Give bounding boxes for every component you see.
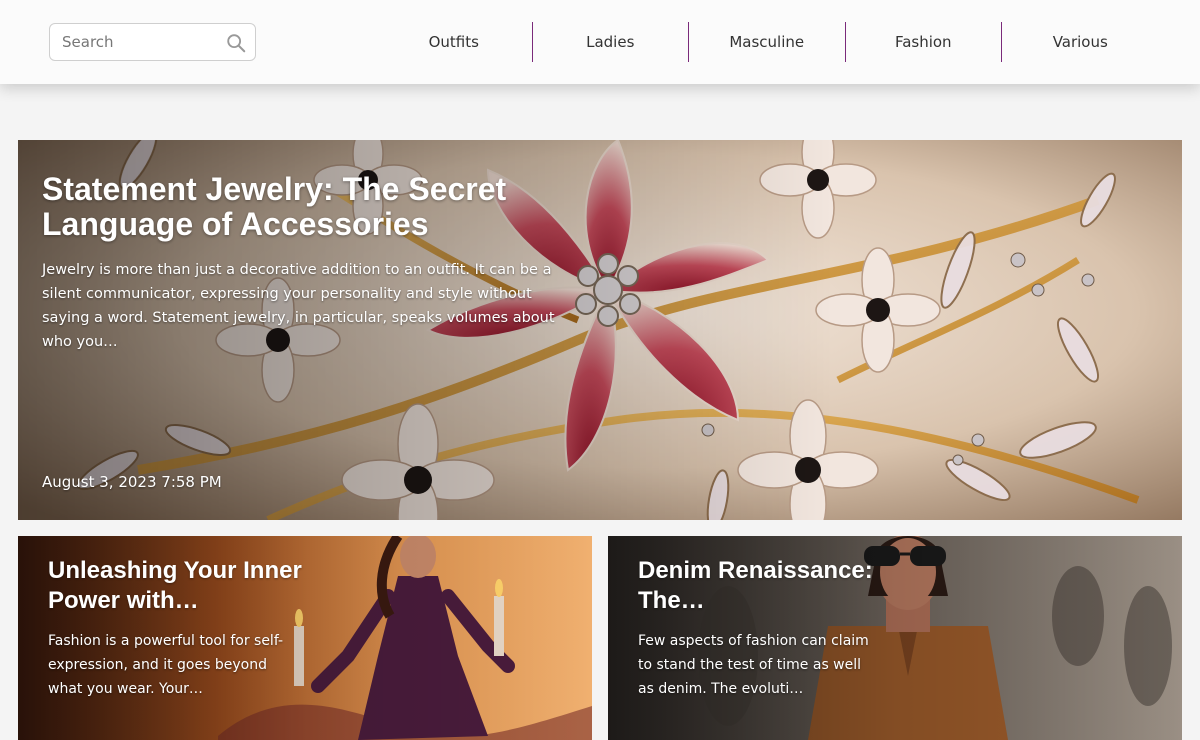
article-card-title[interactable]: Unleashing Your Inner Power with… xyxy=(48,556,308,616)
article-card-excerpt: Few aspects of fashion can claim to stan… xyxy=(638,633,869,697)
nav-item-various[interactable]: Various xyxy=(1002,22,1159,62)
featured-article-title[interactable]: Statement Jewelry: The Secret Language o… xyxy=(42,172,602,242)
site-header: Outfits Ladies Masculine Fashion Various xyxy=(0,0,1200,84)
nav-item-outfits[interactable]: Outfits xyxy=(376,22,533,62)
search-input[interactable] xyxy=(50,24,220,60)
featured-article[interactable]: Statement Jewelry: The Secret Language o… xyxy=(18,140,1182,520)
nav-item-ladies[interactable]: Ladies xyxy=(533,22,689,62)
featured-article-excerpt: Jewelry is more than just a decorative a… xyxy=(42,262,555,350)
article-card[interactable]: Unleashing Your Inner Power with… Fashio… xyxy=(18,536,592,740)
article-card-excerpt: Fashion is a powerful tool for self-expr… xyxy=(48,633,284,697)
nav-item-fashion[interactable]: Fashion xyxy=(846,22,1002,62)
main-nav: Outfits Ladies Masculine Fashion Various xyxy=(376,22,1159,62)
search-icon[interactable] xyxy=(225,32,247,54)
nav-item-masculine[interactable]: Masculine xyxy=(689,22,846,62)
article-card-title[interactable]: Denim Renaissance: The… xyxy=(638,556,898,616)
featured-article-date: August 3, 2023 7:58 PM xyxy=(42,473,222,491)
search-box[interactable] xyxy=(49,23,256,61)
article-card[interactable]: Denim Renaissance: The… Few aspects of f… xyxy=(608,536,1182,740)
